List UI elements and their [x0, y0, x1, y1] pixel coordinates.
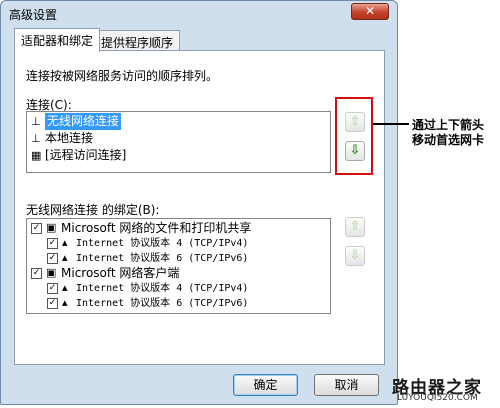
annotation-line-1: 通过上下箭头: [412, 118, 485, 132]
tree-item[interactable]: ✓ ▴ Internet 协议版本 6 (TCP/IPv6): [29, 295, 329, 312]
protocol-icon: ▴: [62, 281, 68, 294]
close-icon: ✕: [364, 4, 376, 18]
protocol-icon: ▴: [62, 296, 68, 309]
protocol-icon: ▴: [62, 251, 68, 264]
checkbox[interactable]: ✓: [47, 283, 58, 294]
tab-label: 提供程序顺序: [101, 36, 174, 50]
annotation-callout-line: [373, 123, 409, 125]
connection-label: 无线网络连接: [45, 113, 122, 130]
cancel-button[interactable]: 取消: [314, 374, 379, 396]
annotation-highlight-box: [335, 97, 373, 175]
bindings-tree[interactable]: ✓ ▣ Microsoft 网络的文件和打印机共享 ✓ ▴ Internet 协…: [26, 218, 331, 314]
arrow-up-icon: ⇧: [349, 219, 361, 234]
network-client-icon: ▣: [46, 266, 57, 279]
binding-move-down-button[interactable]: ⇩: [345, 246, 365, 266]
annotation-line-2: 移动首选网卡: [412, 133, 485, 147]
tab-adapters-bindings[interactable]: 适配器和绑定: [14, 28, 101, 52]
checkbox[interactable]: ✓: [31, 268, 42, 279]
advanced-settings-dialog: 高级设置 ✕ 适配器和绑定 提供程序顺序 连接按被网络服务访问的顺序排列。 连接…: [0, 0, 398, 405]
remote-access-icon: ▦: [31, 149, 42, 162]
window-title: 高级设置: [9, 8, 58, 22]
bindings-label: 无线网络连接 的绑定(B):: [26, 203, 160, 217]
local-connection-icon: ⊥: [31, 132, 41, 145]
title-bar[interactable]: 高级设置 ✕: [1, 1, 397, 27]
file-print-sharing-icon: ▣: [46, 221, 57, 234]
tab-provider-order[interactable]: 提供程序顺序: [94, 30, 181, 52]
binding-label: Internet 协议版本 6 (TCP/IPv6): [76, 298, 249, 309]
connections-list[interactable]: ⊥ 无线网络连接 ⊥ 本地连接 ▦ [远程访问连接]: [26, 111, 331, 173]
description-text: 连接按被网络服务访问的顺序排列。: [26, 69, 219, 83]
arrow-down-icon: ⇩: [349, 248, 361, 263]
checkbox[interactable]: ✓: [31, 223, 42, 234]
connection-label: [远程访问连接]: [45, 148, 127, 162]
wireless-connection-icon: ⊥: [31, 115, 41, 128]
checkbox[interactable]: ✓: [47, 298, 58, 309]
tab-panel: 连接按被网络服务访问的顺序排列。 连接(C): ⊥ 无线网络连接 ⊥ 本地连接 …: [14, 50, 385, 365]
checkbox[interactable]: ✓: [47, 238, 58, 249]
tab-label: 适配器和绑定: [21, 34, 94, 48]
watermark-url: LUYOUQI520.COM: [397, 393, 478, 403]
protocol-icon: ▴: [62, 236, 68, 249]
ok-button[interactable]: 确定: [233, 374, 298, 396]
connection-label: 本地连接: [45, 131, 94, 145]
annotation-text: 通过上下箭头 移动首选网卡: [412, 118, 484, 148]
close-button[interactable]: ✕: [351, 3, 389, 20]
checkbox[interactable]: ✓: [47, 253, 58, 264]
binding-move-up-button[interactable]: ⇧: [345, 217, 365, 237]
